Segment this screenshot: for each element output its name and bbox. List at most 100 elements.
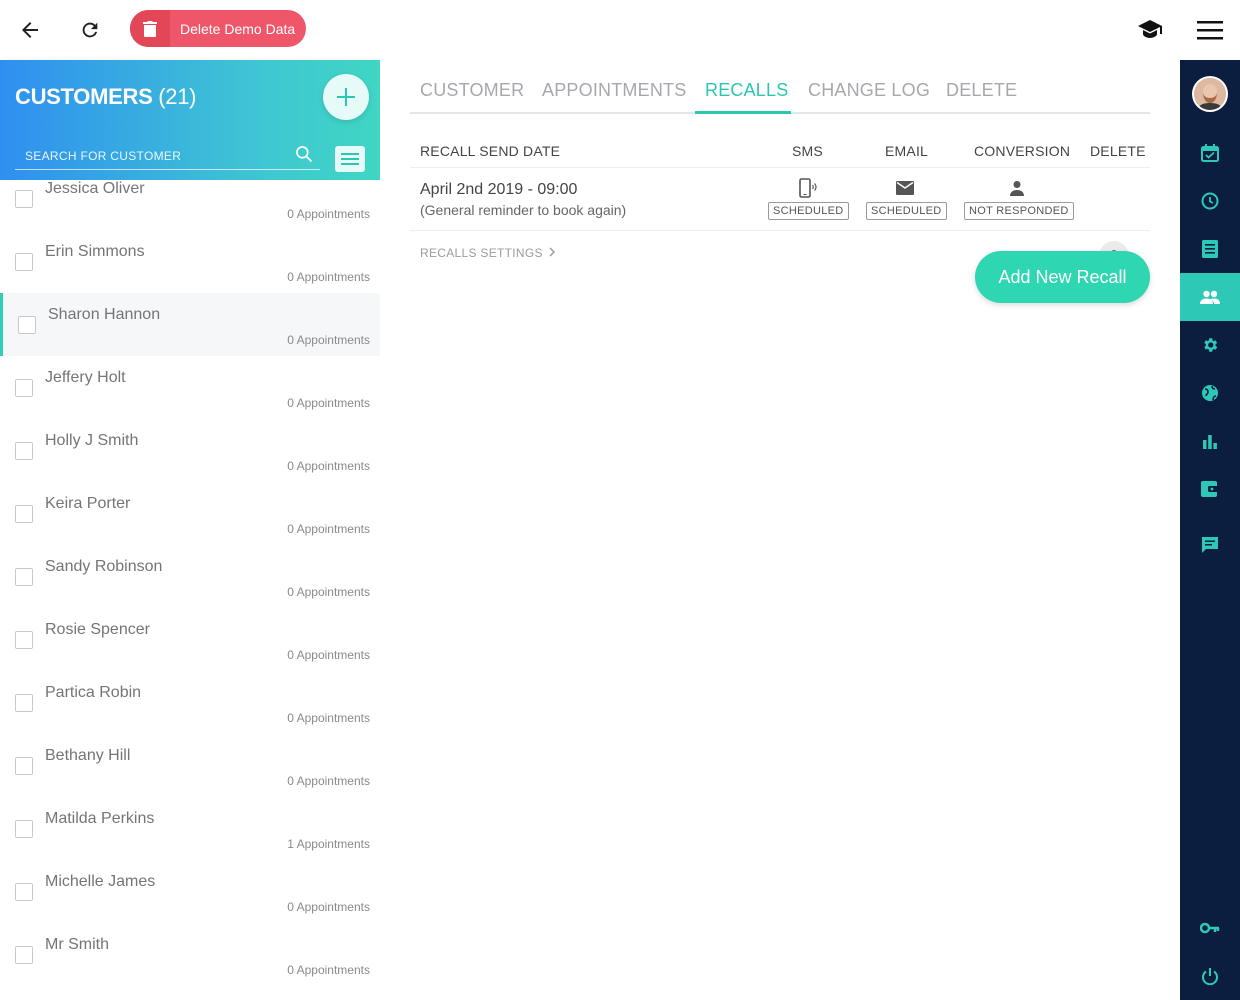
customer-list-item[interactable]: Rosie Spencer 0 Appointments [0,608,380,671]
customer-list-item[interactable]: Sharon Hannon 0 Appointments [0,293,380,356]
customer-appointment-count: 0 Appointments [287,396,370,410]
customer-appointment-count: 0 Appointments [287,963,370,977]
customer-appointment-count: 0 Appointments [287,711,370,725]
graduation-cap-icon[interactable] [1134,14,1166,46]
customer-checkbox[interactable] [15,568,33,586]
customer-checkbox[interactable] [15,757,33,775]
customer-list-item[interactable]: Mr Smith 0 Appointments [0,923,380,986]
customer-checkbox[interactable] [15,820,33,838]
customer-list-item[interactable]: Sandy Robinson 0 Appointments [0,545,380,608]
calendar-icon[interactable] [1180,129,1240,177]
phone-sms-icon [798,178,818,198]
recall-date: April 2nd 2019 - 09:00 [420,181,578,198]
customer-checkbox[interactable] [15,631,33,649]
customer-name: Erin Simmons [45,243,145,260]
row-divider [410,230,1150,231]
header-email: EMAIL [885,143,929,159]
customer-name: Matilda Perkins [45,810,155,827]
customer-name: Sandy Robinson [45,558,163,575]
list-menu-button[interactable] [335,146,365,172]
customer-checkbox[interactable] [15,694,33,712]
clock-icon[interactable] [1180,177,1240,225]
customer-appointment-count: 0 Appointments [287,333,370,347]
customer-name: Holly J Smith [45,432,139,449]
customer-checkbox[interactable] [15,379,33,397]
customer-tabs: CUSTOMER APPOINTMENTS RECALLS CHANGE LOG… [410,60,1150,114]
customer-list-item[interactable]: Jeffery Holt 0 Appointments [0,356,380,419]
customer-name: Michelle James [45,873,156,890]
customer-appointment-count: 0 Appointments [287,774,370,788]
customer-checkbox[interactable] [15,946,33,964]
tab-recalls[interactable]: RECALLS [705,80,788,101]
customer-list-item[interactable]: Partica Robin 0 Appointments [0,671,380,734]
gear-icon[interactable] [1180,321,1240,369]
header-conversion: CONVERSION [974,143,1071,159]
bar-chart-icon[interactable] [1180,417,1240,465]
conversion-status-badge: NOT RESPONDED [964,202,1074,220]
customer-list-item[interactable]: Matilda Perkins 1 Appointments [0,797,380,860]
chevron-right-icon [549,247,556,257]
chat-icon[interactable] [1180,521,1240,569]
customers-count: (21) [158,84,197,109]
customer-checkbox[interactable] [15,190,33,208]
customers-panel: CUSTOMERS (21) Jessica Oliver 0 Appointme… [0,60,380,1000]
customer-list-item[interactable]: Jessica Oliver 0 Appointments [0,180,380,230]
customer-list-item[interactable]: Holly J Smith 0 Appointments [0,419,380,482]
tab-appointments[interactable]: APPOINTMENTS [542,80,686,101]
customer-checkbox[interactable] [15,253,33,271]
customer-appointment-count: 0 Appointments [287,648,370,662]
customer-appointment-count: 0 Appointments [287,459,370,473]
customer-appointment-count: 0 Appointments [287,270,370,284]
hamburger-menu-icon[interactable] [1194,14,1226,46]
customer-name: Rosie Spencer [45,621,150,638]
wallet-icon[interactable] [1180,465,1240,513]
customer-search [15,140,320,170]
sms-status-badge: SCHEDULED [768,202,849,220]
tab-change-log[interactable]: CHANGE LOG [808,80,930,101]
plus-icon [337,88,355,106]
person-icon [1007,178,1027,198]
customer-name: Partica Robin [45,684,142,701]
delete-demo-data-label: Delete Demo Data [180,20,296,37]
customer-name: Jeffery Holt [45,369,126,386]
customer-name: Jessica Oliver [45,180,145,197]
add-customer-button[interactable] [323,74,369,120]
customer-list-item[interactable]: Michelle James 0 Appointments [0,860,380,923]
customer-list-item[interactable]: Erin Simmons 0 Appointments [0,230,380,293]
arrow-left-icon[interactable] [14,14,46,46]
refresh-icon[interactable] [74,14,106,46]
top-bar: Delete Demo Data [0,0,1240,60]
customer-search-input[interactable] [15,146,285,166]
globe-icon[interactable] [1180,369,1240,417]
customer-list-item[interactable]: Bethany Hill 0 Appointments [0,734,380,797]
add-new-recall-button[interactable]: Add New Recall [975,251,1150,303]
delete-demo-data-button[interactable]: Delete Demo Data [130,10,306,47]
customer-checkbox[interactable] [15,442,33,460]
key-icon[interactable] [1180,904,1240,952]
customers-icon[interactable] [1180,273,1240,321]
list-icon[interactable] [1180,225,1240,273]
envelope-icon [895,178,915,198]
recalls-settings-link[interactable]: RECALLS SETTINGS [420,246,556,260]
customer-checkbox[interactable] [15,505,33,523]
customer-list: Jessica Oliver 0 Appointments Erin Simmons… [0,180,380,1000]
list-lines-icon [341,153,359,165]
header-sms: SMS [792,143,823,159]
customer-checkbox[interactable] [15,883,33,901]
power-icon[interactable] [1180,952,1240,1000]
search-icon[interactable] [294,144,314,169]
customer-detail: CUSTOMER APPOINTMENTS RECALLS CHANGE LOG… [380,60,1180,1000]
customer-appointment-count: 0 Appointments [287,207,370,221]
customer-list-item[interactable]: Keira Porter 0 Appointments [0,482,380,545]
customer-appointment-count: 1 Appointments [287,837,370,851]
customer-list-item[interactable]: Another Customer0 Appointments [0,986,380,1000]
customer-appointment-count: 0 Appointments [287,900,370,914]
tab-customer[interactable]: CUSTOMER [420,80,524,101]
customer-appointment-count: 0 Appointments [287,522,370,536]
email-status-badge: SCHEDULED [866,202,947,220]
header-delete: DELETE [1090,143,1146,159]
trash-icon [130,10,170,47]
customer-checkbox[interactable] [18,316,36,334]
user-avatar[interactable] [1192,76,1228,112]
tab-delete[interactable]: DELETE [946,80,1017,101]
